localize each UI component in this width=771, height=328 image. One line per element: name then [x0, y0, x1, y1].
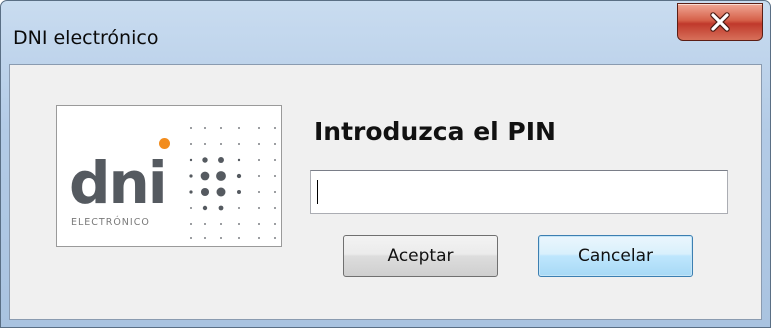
logo-pattern-dot: [238, 237, 240, 239]
logo-pattern-dot: [238, 207, 240, 209]
logo-pattern-dot: [274, 143, 276, 145]
logo-pattern-dot: [238, 223, 240, 225]
logo-pattern-dot: [274, 175, 276, 177]
logo-pattern-dot: [204, 223, 206, 225]
logo-dot-pattern: [189, 127, 276, 239]
logo-pattern-dot: [216, 171, 226, 181]
logo-pattern-dot: [274, 237, 276, 239]
logo-pattern-dot: [238, 127, 240, 129]
logo-pattern-dot: [204, 127, 206, 129]
accept-button[interactable]: Aceptar: [343, 235, 498, 277]
logo-pattern-dot: [258, 237, 260, 239]
logo-pattern-dot: [274, 223, 276, 225]
logo-pattern-dot: [218, 205, 224, 211]
logo-pattern-dot: [220, 127, 222, 129]
logo-pattern-dot: [189, 174, 193, 178]
logo-pattern-dot: [204, 143, 206, 145]
logo-pattern-dot: [190, 143, 192, 145]
logo-pattern-dot: [204, 237, 206, 239]
logo-pattern-dot: [258, 207, 260, 209]
logo-pattern-dot: [237, 158, 241, 162]
logo-wordmark: dni: [69, 149, 168, 217]
pin-prompt: Introduzca el PIN: [314, 117, 556, 146]
logo-pattern-dot: [258, 175, 260, 177]
logo-pattern-dot: [190, 237, 192, 239]
title-bar[interactable]: DNI electrónico: [1, 1, 770, 63]
logo-accent-dot: [159, 138, 170, 149]
window-title: DNI electrónico: [13, 27, 159, 49]
logo-pattern-dot: [218, 157, 224, 163]
text-caret: [317, 180, 318, 204]
logo-pattern-dot: [189, 190, 193, 194]
logo-pattern-dot: [258, 191, 260, 193]
logo-pattern-dot: [274, 191, 276, 193]
dialog-window: DNI electrónico dni ELECTRÓNICO Introduz…: [0, 0, 771, 328]
logo-pattern-dot: [202, 205, 208, 211]
close-icon: [710, 12, 730, 32]
logo-pattern-dot: [258, 159, 260, 161]
logo-pattern-dot: [274, 159, 276, 161]
logo-pattern-dot: [220, 143, 222, 145]
logo-pattern-dot: [190, 207, 192, 209]
logo-pattern-dot: [258, 127, 260, 129]
logo-pattern-dot: [200, 187, 210, 197]
logo-pattern-dot: [274, 127, 276, 129]
logo-pattern-dot: [238, 143, 240, 145]
logo-pattern-dot: [200, 171, 210, 181]
logo-pattern-dot: [236, 189, 242, 195]
logo-pattern-dot: [202, 157, 208, 163]
logo-pattern-dot: [258, 223, 260, 225]
logo-pattern-dot: [220, 223, 222, 225]
dialog-content: dni ELECTRÓNICO Introduzca el PIN Acepta…: [9, 64, 762, 320]
logo-pattern-dot: [220, 237, 222, 239]
logo-pattern-dot: [258, 143, 260, 145]
logo-subtitle: ELECTRÓNICO: [71, 217, 150, 228]
logo-pattern-dot: [216, 187, 226, 197]
logo-pattern-dot: [190, 127, 192, 129]
close-button[interactable]: [677, 3, 763, 41]
logo-pattern-dot: [189, 158, 193, 162]
logo-pattern-dot: [274, 207, 276, 209]
pin-input[interactable]: [310, 170, 728, 214]
logo-pattern-dot: [190, 223, 192, 225]
dni-logo: dni ELECTRÓNICO: [56, 105, 282, 247]
logo-pattern-dot: [236, 173, 242, 179]
cancel-button[interactable]: Cancelar: [538, 235, 693, 277]
